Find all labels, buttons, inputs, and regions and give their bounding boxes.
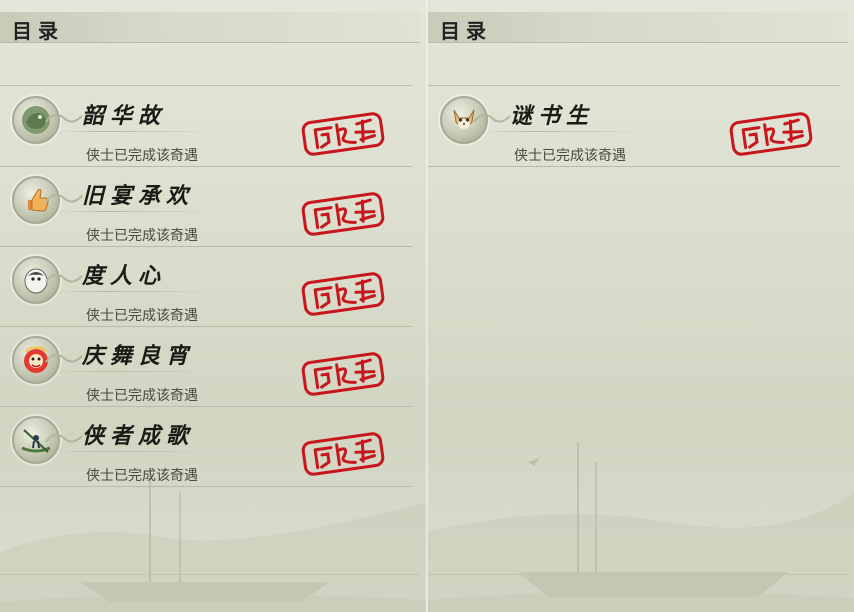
encounter-entry-4[interactable]: 庆舞良宵 侠士已完成该奇遇 (0, 326, 412, 407)
encounter-title: 度人心 (82, 263, 167, 289)
left-header-title: 目录 (12, 19, 64, 43)
completed-seal-stamp (301, 112, 385, 156)
left-bottom-divider (0, 574, 420, 575)
encounter-status: 侠士已完成该奇遇 (86, 228, 198, 244)
title-underline (484, 131, 644, 132)
title-underline (56, 131, 216, 132)
left-header-bar: 目录 (0, 12, 420, 43)
title-underline (56, 291, 216, 292)
encounter-catalog-book: 目录 韶华故 侠士已完成该奇遇 旧宴承欢 侠士已完成该奇遇 度人心 侠士已完成该… (0, 0, 854, 612)
right-page: 目录 谜书生 侠士已完成该奇遇 (428, 0, 854, 612)
title-underline (56, 211, 216, 212)
encounter-status: 侠士已完成该奇遇 (86, 388, 198, 404)
title-underline (56, 451, 216, 452)
encounter-status: 侠士已完成该奇遇 (86, 148, 198, 164)
cloud-swirl-ornament (45, 433, 83, 443)
encounter-status: 侠士已完成该奇遇 (86, 308, 198, 324)
encounter-title: 侠者成歌 (82, 423, 195, 449)
encounter-entry-3[interactable]: 度人心 侠士已完成该奇遇 (0, 246, 412, 327)
completed-seal-stamp (301, 272, 385, 316)
left-page: 目录 韶华故 侠士已完成该奇遇 旧宴承欢 侠士已完成该奇遇 度人心 侠士已完成该… (0, 0, 426, 612)
cloud-swirl-ornament (473, 113, 511, 123)
completed-seal-stamp (301, 352, 385, 396)
encounter-title: 旧宴承欢 (82, 183, 195, 209)
cloud-swirl-ornament (45, 113, 83, 123)
encounter-entry-5[interactable]: 侠者成歌 侠士已完成该奇遇 (0, 406, 412, 487)
encounter-entry-1[interactable]: 韶华故 侠士已完成该奇遇 (0, 86, 412, 167)
completed-seal-stamp (301, 432, 385, 476)
encounter-status: 侠士已完成该奇遇 (86, 468, 198, 484)
cloud-swirl-ornament (45, 193, 83, 203)
encounter-title: 韶华故 (82, 103, 167, 129)
completed-seal-stamp (729, 112, 813, 156)
cloud-swirl-ornament (45, 353, 83, 363)
encounter-title: 庆舞良宵 (82, 343, 195, 369)
encounter-status: 侠士已完成该奇遇 (514, 148, 626, 164)
right-header-title: 目录 (440, 19, 492, 43)
cloud-swirl-ornament (45, 273, 83, 283)
misty-harbor-scenery (428, 442, 854, 612)
right-bottom-divider (428, 574, 848, 575)
encounter-title: 谜书生 (510, 103, 595, 129)
encounter-entry-2[interactable]: 旧宴承欢 侠士已完成该奇遇 (0, 166, 412, 247)
encounter-entry-6[interactable]: 谜书生 侠士已完成该奇遇 (428, 86, 840, 167)
title-underline (56, 371, 216, 372)
right-header-bar: 目录 (428, 12, 848, 43)
completed-seal-stamp (301, 192, 385, 236)
